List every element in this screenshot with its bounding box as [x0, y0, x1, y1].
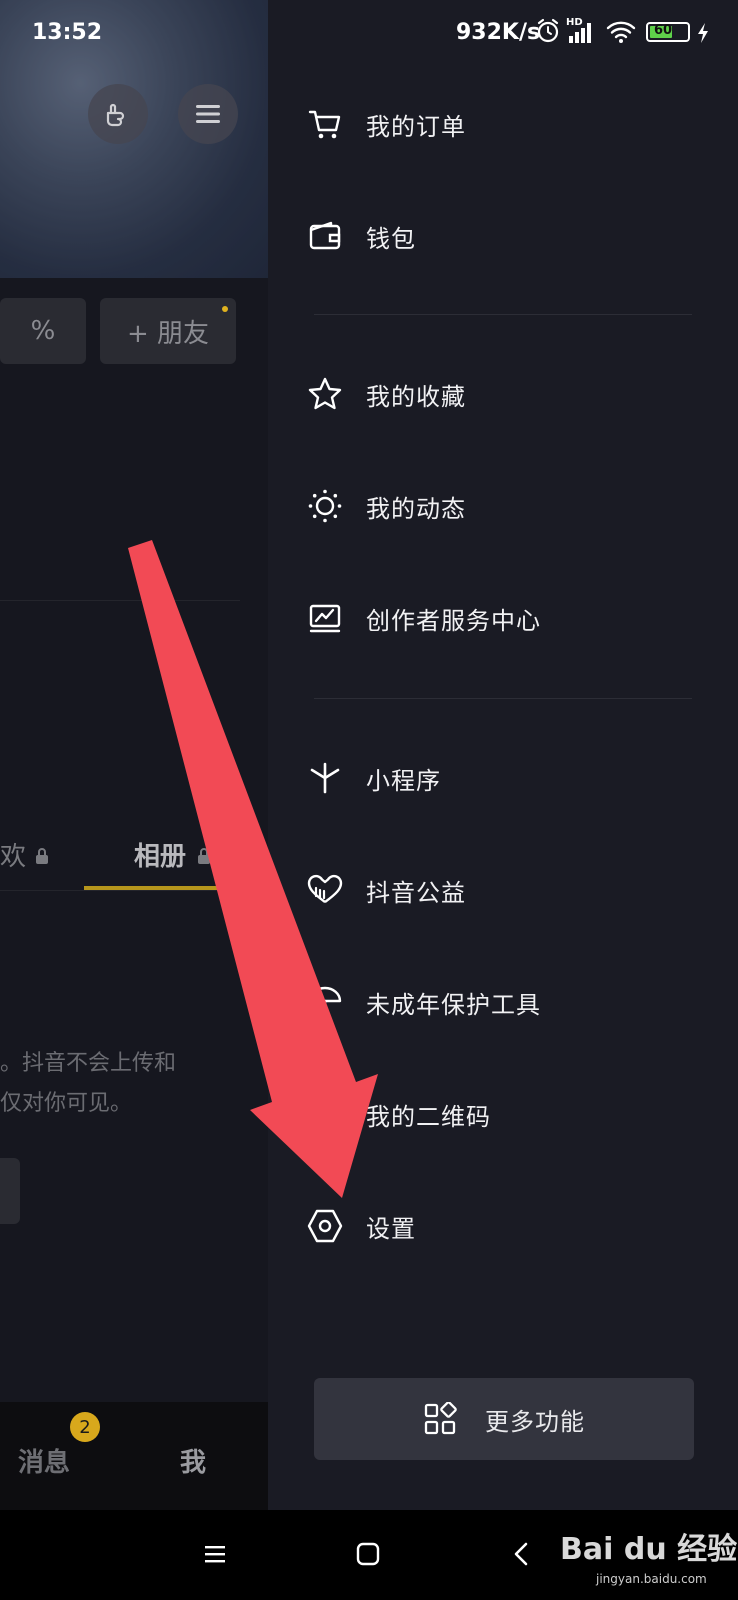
tab-likes-partial[interactable]: 欢 [0, 836, 49, 873]
menu-item-label: 创作者服务中心 [366, 606, 541, 635]
cart-icon [304, 103, 346, 145]
tab-label: 欢 [0, 842, 27, 872]
tab-me-label: 我 [180, 1448, 207, 1478]
menu-item-label: 我的二维码 [366, 1102, 491, 1131]
network-speed: 932K/s [456, 20, 541, 45]
bottom-tab-bar: 消息 2 我 [0, 1402, 268, 1510]
add-friend-label: + 朋友 [126, 318, 210, 349]
menu-item-label: 小程序 [366, 766, 441, 795]
grid-icon [424, 1402, 457, 1435]
badge-count: 2 [79, 1416, 91, 1438]
new-dot-badge [222, 306, 228, 312]
menu-item-my-qr-code[interactable]: 我的二维码 [304, 1084, 724, 1144]
menu-item-label: 我的订单 [366, 112, 466, 141]
menu-item-label: 未成年保护工具 [366, 990, 541, 1019]
menu-item-wallet[interactable]: 钱包 [304, 206, 724, 266]
tab-me[interactable]: 我 [180, 1442, 206, 1479]
edit-profile-pill-partial[interactable]: % [0, 298, 86, 364]
battery-percent: 60 [654, 23, 673, 38]
heart-hand-icon [304, 869, 346, 911]
menu-item-douyin-charity[interactable]: 抖音公益 [304, 860, 724, 920]
menu-button[interactable] [178, 84, 238, 144]
menu-item-label: 设置 [366, 1214, 416, 1243]
menu-item-my-activity[interactable]: 我的动态 [304, 476, 724, 536]
album-notice-line2: 仅对你可见。 [0, 1091, 133, 1116]
partial-action-button[interactable] [0, 1158, 20, 1224]
menu-item-mini-programs[interactable]: 小程序 [304, 748, 724, 808]
charging-bolt-icon [698, 23, 708, 43]
menu-item-label: 我的收藏 [366, 382, 466, 411]
tab-messages-label: 消息 [18, 1448, 71, 1478]
more-features-label: 更多功能 [485, 1407, 585, 1436]
tab-messages[interactable]: 消息 [18, 1442, 70, 1479]
battery-icon: 60 [646, 22, 690, 42]
back-icon[interactable] [512, 1542, 530, 1566]
menu-item-label: 抖音公益 [366, 878, 466, 907]
more-features-button[interactable]: 更多功能 [314, 1378, 694, 1460]
side-drawer: 我的订单 钱包 我的收藏 我的动态 创作者服务中心 小程序 抖音公益 未成年保护… [268, 0, 738, 1510]
sun-icon [304, 485, 346, 527]
menu-item-settings[interactable]: 设置 [304, 1196, 724, 1256]
menu-separator [314, 314, 692, 315]
messages-count-badge: 2 [70, 1412, 100, 1442]
divider [0, 600, 240, 601]
menu-item-label: 钱包 [366, 224, 416, 253]
menu-item-favorites[interactable]: 我的收藏 [304, 364, 724, 424]
tab-album[interactable]: 相册 [134, 836, 211, 873]
watermark-url: jingyan.baidu.com [596, 1572, 707, 1586]
lock-icon [198, 848, 211, 864]
status-bar: 13:52 932K/s HD 60 [0, 0, 738, 66]
hexagon-gear-icon [304, 1205, 346, 1247]
status-time: 13:52 [32, 20, 103, 45]
add-friend-button[interactable]: + 朋友 [100, 298, 236, 364]
divider [0, 890, 268, 891]
recent-apps-icon[interactable] [204, 1544, 226, 1564]
watermark-text: Bai du 经验 [560, 1532, 738, 1567]
qr-icon [304, 1093, 346, 1135]
menu-item-minor-protection[interactable]: 未成年保护工具 [304, 972, 724, 1032]
menu-item-creator-center[interactable]: 创作者服务中心 [304, 588, 724, 648]
alarm-icon [537, 18, 559, 43]
profile-page-background: % + 朋友 欢 相册 。抖音不会上传和 仅对你可见。 消息 2 我 [0, 0, 268, 1510]
lock-icon [36, 848, 49, 864]
menu-item-label: 我的动态 [366, 494, 466, 523]
signal-icon [569, 23, 591, 43]
baidu-jingyan-watermark: Bai du 经验 [560, 1524, 737, 1568]
hand-pointer-button[interactable] [88, 84, 148, 144]
umbrella-icon [304, 981, 346, 1023]
system-nav-bar: Bai du 经验 jingyan.baidu.com [0, 1510, 738, 1600]
wallet-icon [304, 215, 346, 257]
star-icon [304, 373, 346, 415]
partial-pill-text: % [30, 316, 56, 346]
monitor-chart-icon [304, 597, 346, 639]
wifi-icon [606, 21, 636, 43]
menu-item-my-orders[interactable]: 我的订单 [304, 94, 724, 154]
home-icon[interactable] [356, 1542, 380, 1566]
menu-separator [314, 698, 692, 699]
tab-label: 相册 [134, 842, 187, 872]
asterisk-icon [304, 757, 346, 799]
hamburger-icon [196, 105, 220, 123]
hand-pointer-icon [106, 103, 125, 127]
album-notice-line1: 。抖音不会上传和 [0, 1051, 177, 1076]
